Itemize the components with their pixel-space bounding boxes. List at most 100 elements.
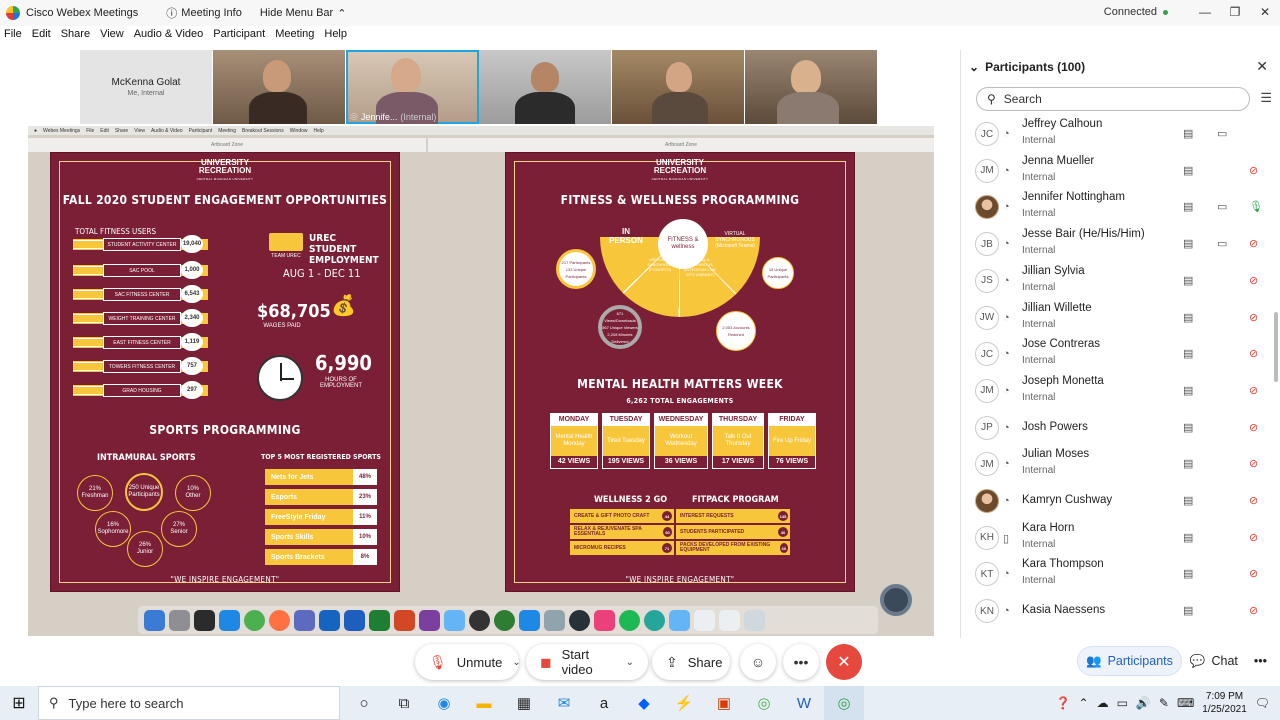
menu-edit[interactable]: Edit [27,28,56,46]
participants-header[interactable]: ⌄ Participants (100) [969,60,1085,74]
start-button[interactable]: ⊞ [0,686,38,720]
mic-muted-icon[interactable]: ⊘ [1249,311,1258,324]
menu-help[interactable]: Help [319,28,352,46]
participant-search-input[interactable]: ⚲ Search [976,87,1250,111]
edge-icon[interactable]: ◉ [424,686,464,720]
help-icon[interactable]: ❓ [1056,696,1071,710]
mic-muted-icon[interactable]: ⊘ [1249,164,1258,177]
mic-muted-icon[interactable]: ⊘ [1249,384,1258,397]
mic-muted-icon[interactable]: ⊘ [1249,494,1258,507]
chevron-down-icon: ⌄ [969,60,980,74]
menu-file[interactable]: File [0,28,27,46]
participant-row[interactable]: JB ◔ Jesse Bair (He/His/Him) Internal ▤ ▭ ⊘ [961,228,1275,264]
taskbar-search-input[interactable]: ⚲ Type here to search [38,686,340,720]
facility-row: STUDENT ACTIVITY CENTER 19,040 [73,235,208,253]
cloud-icon[interactable]: ☁ [1097,696,1109,710]
participant-row[interactable]: KH ▯ Kara Horn Internal ▤ ⊘ [961,522,1275,558]
participant-row[interactable]: JC ◔ Jeffrey Calhoun Internal ▤ ▭ [961,118,1275,154]
task-view-icon[interactable]: ⧉ [384,686,424,720]
video-tile[interactable] [213,50,346,124]
participant-role: Internal [1022,465,1056,477]
meeting-info-button[interactable]: ⓘ Meeting Info [166,5,242,21]
chrome-icon[interactable]: ◎ [744,686,784,720]
menu-participant[interactable]: Participant [208,28,270,46]
chevron-down-icon[interactable]: ⌄ [626,657,634,668]
participant-row[interactable]: KN ◔ Kasia Naessens ▤ ⊘ [961,595,1275,631]
loading-spinner-icon [880,584,912,616]
mic-muted-icon[interactable]: ⊘ [1249,237,1258,250]
mic-muted-icon[interactable]: ⊘ [1249,604,1258,617]
minimize-button[interactable]: — [1190,0,1220,24]
tab-participants[interactable]: 👥 Participants [1077,646,1182,676]
menu-meeting[interactable]: Meeting [270,28,319,46]
menu-audio-video[interactable]: Audio & Video [129,28,209,46]
volume-icon[interactable]: 🔊 [1136,696,1151,710]
word-icon[interactable]: W [784,686,824,720]
menu-share[interactable]: Share [56,28,95,46]
participant-row[interactable]: JM ◔ Joseph Monetta Internal ▤ ⊘ [961,375,1275,411]
mic-muted-icon[interactable]: ⊘ [1249,274,1258,287]
keyboard-icon[interactable]: ⌨ [1177,696,1194,710]
store-icon[interactable]: ▦ [504,686,544,720]
fitpack-title: FITPACK PROGRAM [692,495,779,505]
video-tile[interactable] [479,50,612,124]
clock[interactable]: 7:09 PM 1/25/2021 [1202,690,1247,716]
onedrive-icon [444,609,465,631]
reactions-button[interactable]: ☺ [740,644,776,680]
computer-audio-icon: ◔ [1003,605,1010,618]
pen-icon[interactable]: ✎ [1159,696,1169,710]
mic-muted-icon[interactable]: ⊘ [1249,457,1258,470]
participant-row[interactable]: JC ◔ Jose Contreras Internal ▤ ⊘ [961,338,1275,374]
more-options-button[interactable]: ••• [783,644,819,680]
maximize-button[interactable]: ❐ [1220,0,1250,24]
tab-chat[interactable]: 💬 Chat [1182,646,1246,676]
participant-row[interactable]: JS ◔ Jillian Sylvia Internal ▤ ⊘ [961,265,1275,301]
mic-icon[interactable]: 🎙 [1249,200,1263,213]
mic-muted-icon[interactable]: ⊘ [1249,567,1258,580]
university-recreation-logo: UNIVERSITY RECREATION CENTRAL MICHIGAN UN… [196,158,254,182]
participant-row[interactable]: ◔ Jennifer Nottingham Internal ▤ ▭ 🎙 [961,191,1275,227]
participant-row[interactable]: JP ◔ Josh Powers ▤ ⊘ [961,412,1275,448]
menu-view[interactable]: View [95,28,129,46]
leave-meeting-button[interactable]: ✕ [826,644,862,680]
more-panels-button[interactable]: ••• [1246,646,1275,676]
mic-muted-icon[interactable]: ⊘ [1249,347,1258,360]
notification-icon[interactable]: 🗨 [1255,696,1270,710]
cortana-icon[interactable]: ○ [344,686,384,720]
start-video-button[interactable]: ◼ Start video ⌄ [526,644,648,680]
participant-row[interactable]: ◔ Kamryn Cushway ▤ ⊘ [961,485,1275,521]
video-tile[interactable] [745,50,878,124]
chevron-up-icon[interactable]: ⌃ [1079,696,1089,710]
self-video-tile[interactable]: McKenna Golat Me, Internal [80,50,213,124]
share-button[interactable]: ⇪ Share [652,644,730,680]
close-window-button[interactable]: ✕ [1250,0,1280,24]
scrollbar[interactable] [1274,312,1278,382]
mic-muted-icon[interactable]: ⊘ [1249,531,1258,544]
computer-audio-icon: ◔ [1003,568,1010,581]
chevron-down-icon[interactable]: ⌄ [512,657,520,668]
webex-icon[interactable]: ◎ [824,686,864,720]
app-icon[interactable]: ⚡ [664,686,704,720]
computer-audio-icon: ◔ [1003,128,1010,140]
participant-row[interactable]: JM ◔ Jenna Mueller Internal ▤ ⊘ [961,155,1275,191]
office-icon[interactable]: ▣ [704,686,744,720]
sort-icon[interactable]: ☰ [1260,90,1272,106]
amazon-icon[interactable]: a [584,686,624,720]
mail-icon[interactable]: ✉ [544,686,584,720]
team-urec-label: TEAM UREC [271,253,301,259]
close-panel-button[interactable]: ✕ [1256,58,1268,75]
participant-role: Internal [1022,538,1056,550]
participant-row[interactable]: JM ◔ Julian Moses Internal ▤ ⊘ [961,448,1275,484]
participant-row[interactable]: JW ◔ Jillian Willette Internal ▤ ⊘ [961,302,1275,338]
dropbox-icon[interactable]: ◆ [624,686,664,720]
mic-muted-icon[interactable]: ⊘ [1249,421,1258,434]
shared-screen[interactable]: ● Webex Meetings File Edit Share View Audio & … [28,126,934,636]
unmute-button[interactable]: 🎙 Unmute ⌄ [415,644,521,680]
video-tile[interactable] [612,50,745,124]
hide-menu-bar-button[interactable]: Hide Menu Bar ⌃ [260,7,347,20]
participant-row[interactable]: KT ◔ Kara Thompson Internal ▤ ⊘ [961,558,1275,594]
file-explorer-icon[interactable]: ▬ [464,686,504,720]
network-icon[interactable]: ▭ [1117,696,1128,710]
active-speaker-tile[interactable]: ◎ Jennife... (Internal) [346,50,479,124]
intramural-bubble: 10% Other [175,475,211,511]
